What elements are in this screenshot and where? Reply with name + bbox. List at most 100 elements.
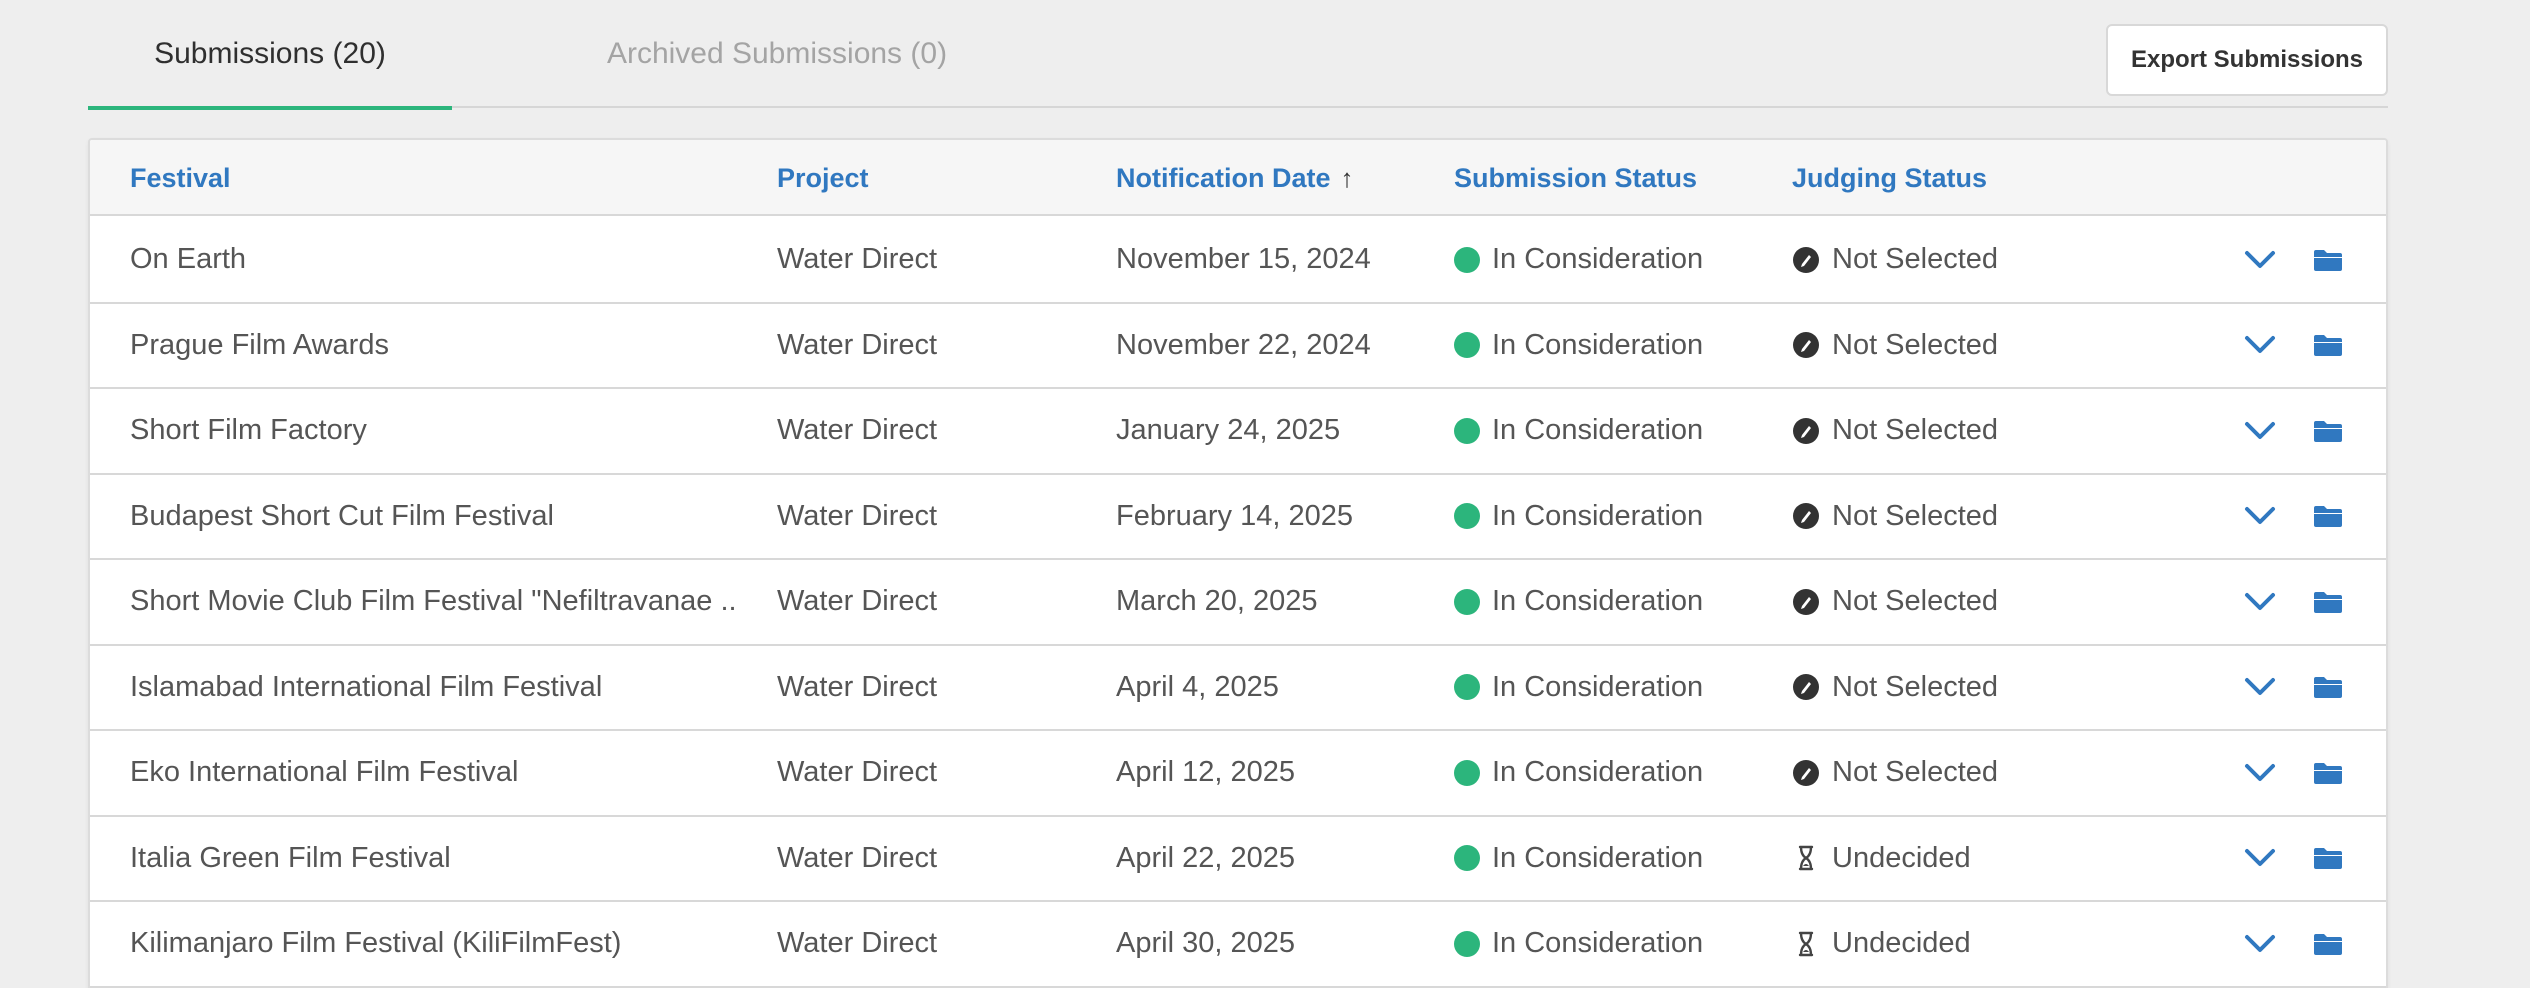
open-folder-button[interactable] <box>2308 304 2348 388</box>
judging-status-label: Not Selected <box>1832 328 1999 361</box>
tab-archived-submissions[interactable]: Archived Submissions (0) <box>500 0 1054 108</box>
open-folder-button[interactable] <box>2308 731 2348 815</box>
festival-cell[interactable]: Budapest Short Cut Film Festival <box>130 475 736 559</box>
chevron-down-icon <box>2245 678 2275 696</box>
judging-status-cell: Undecided <box>1792 902 2192 986</box>
table-row[interactable]: On Earth Water Direct November 15, 2024 … <box>90 218 2386 304</box>
chevron-down-icon <box>2245 592 2275 610</box>
column-header-judging-status[interactable]: Judging Status <box>1792 140 1987 216</box>
festival-cell[interactable]: Eko International Film Festival <box>130 731 736 815</box>
column-header-festival[interactable]: Festival <box>130 140 231 216</box>
folder-icon <box>2314 506 2342 528</box>
chevron-down-icon <box>2245 849 2275 867</box>
submission-status-cell: In Consideration <box>1454 731 1784 815</box>
submissions-table: Festival Project Notification Date ↑ Sub… <box>88 138 2388 988</box>
festival-name: Eko International Film Festival <box>130 756 519 789</box>
expand-row-button[interactable] <box>2240 218 2280 302</box>
festival-cell[interactable]: Short Film Factory <box>130 389 736 473</box>
sort-ascending-icon: ↑ <box>1340 162 1354 193</box>
status-dot-icon <box>1454 674 1480 701</box>
judging-status-cell: Not Selected <box>1792 389 2192 473</box>
notification-date-cell: February 14, 2025 <box>1116 499 1353 532</box>
judging-status-label: Not Selected <box>1832 670 1999 703</box>
folder-icon <box>2314 591 2342 613</box>
table-row[interactable]: Islamabad International Film Festival Wa… <box>90 645 2386 731</box>
table-row[interactable]: Short Film Factory Water Direct January … <box>90 389 2386 475</box>
submission-status-cell: In Consideration <box>1454 560 1784 644</box>
project-cell: Water Direct <box>777 927 938 960</box>
festival-cell[interactable]: On Earth <box>130 218 736 302</box>
column-header-notification-date-label: Notification Date <box>1116 162 1331 193</box>
project-cell: Water Direct <box>777 585 938 618</box>
submission-status-label: In Consideration <box>1492 328 1704 361</box>
project-cell: Water Direct <box>777 756 938 789</box>
column-header-project[interactable]: Project <box>777 140 869 216</box>
table-row[interactable]: Eko International Film Festival Water Di… <box>90 731 2386 817</box>
chevron-down-icon <box>2245 763 2275 781</box>
submissions-page: Submissions (20) Archived Submissions (0… <box>0 0 2530 988</box>
open-folder-button[interactable] <box>2308 389 2348 473</box>
expand-row-button[interactable] <box>2240 817 2280 901</box>
not-selected-icon <box>1792 759 1820 787</box>
folder-icon <box>2314 933 2342 955</box>
chevron-down-icon <box>2245 934 2275 952</box>
status-dot-icon <box>1454 417 1480 444</box>
project-cell: Water Direct <box>777 670 938 703</box>
export-submissions-button[interactable]: Export Submissions <box>2106 24 2388 96</box>
notification-date-cell: April 30, 2025 <box>1116 927 1295 960</box>
table-row[interactable]: Prague Film Awards Water Direct November… <box>90 303 2386 389</box>
expand-row-button[interactable] <box>2240 646 2280 730</box>
festival-cell[interactable]: Short Movie Club Film Festival "Nefiltra… <box>130 560 736 644</box>
tab-submissions[interactable]: Submissions (20) <box>88 0 452 110</box>
folder-icon <box>2314 677 2342 699</box>
festival-name: On Earth <box>130 243 247 276</box>
submission-status-cell: In Consideration <box>1454 304 1784 388</box>
table-row[interactable]: Italia Green Film Festival Water Direct … <box>90 816 2386 902</box>
submission-status-label: In Consideration <box>1492 756 1704 789</box>
submission-status-cell: In Consideration <box>1454 817 1784 901</box>
expand-row-button[interactable] <box>2240 560 2280 644</box>
hourglass-icon <box>1792 930 1820 958</box>
open-folder-button[interactable] <box>2308 218 2348 302</box>
table-row[interactable]: Kilimanjaro Film Festival (KiliFilmFest)… <box>90 902 2386 988</box>
column-header-submission-status[interactable]: Submission Status <box>1454 140 1697 216</box>
submission-status-label: In Consideration <box>1492 927 1704 960</box>
notification-date-cell: November 15, 2024 <box>1116 243 1371 276</box>
judging-status-label: Not Selected <box>1832 499 1999 532</box>
expand-row-button[interactable] <box>2240 475 2280 559</box>
open-folder-button[interactable] <box>2308 475 2348 559</box>
notification-date-cell: March 20, 2025 <box>1116 585 1318 618</box>
status-dot-icon <box>1454 246 1480 273</box>
table-row[interactable]: Budapest Short Cut Film Festival Water D… <box>90 474 2386 560</box>
festival-cell[interactable]: Prague Film Awards <box>130 304 736 388</box>
open-folder-button[interactable] <box>2308 560 2348 644</box>
festival-cell[interactable]: Italia Green Film Festival <box>130 817 736 901</box>
judging-status-cell: Undecided <box>1792 817 2192 901</box>
open-folder-button[interactable] <box>2308 902 2348 986</box>
not-selected-icon <box>1792 502 1820 530</box>
table-row[interactable]: Short Movie Club Film Festival "Nefiltra… <box>90 560 2386 646</box>
chevron-down-icon <box>2245 421 2275 439</box>
festival-name: Kilimanjaro Film Festival (KiliFilmFest) <box>130 927 622 960</box>
chevron-down-icon <box>2245 507 2275 525</box>
expand-row-button[interactable] <box>2240 389 2280 473</box>
open-folder-button[interactable] <box>2308 817 2348 901</box>
submission-status-cell: In Consideration <box>1454 389 1784 473</box>
notification-date-cell: April 12, 2025 <box>1116 756 1295 789</box>
notification-date-cell: April 4, 2025 <box>1116 670 1279 703</box>
judging-status-cell: Not Selected <box>1792 560 2192 644</box>
judging-status-cell: Not Selected <box>1792 731 2192 815</box>
expand-row-button[interactable] <box>2240 902 2280 986</box>
judging-status-cell: Not Selected <box>1792 646 2192 730</box>
project-cell: Water Direct <box>777 243 938 276</box>
status-dot-icon <box>1454 930 1480 957</box>
column-header-notification-date[interactable]: Notification Date ↑ <box>1116 140 1354 216</box>
festival-cell[interactable]: Islamabad International Film Festival <box>130 646 736 730</box>
festival-cell[interactable]: Kilimanjaro Film Festival (KiliFilmFest) <box>130 902 736 986</box>
judging-status-label: Undecided <box>1832 841 1971 874</box>
expand-row-button[interactable] <box>2240 304 2280 388</box>
folder-icon <box>2314 762 2342 784</box>
expand-row-button[interactable] <box>2240 731 2280 815</box>
open-folder-button[interactable] <box>2308 646 2348 730</box>
hourglass-icon <box>1792 844 1820 872</box>
